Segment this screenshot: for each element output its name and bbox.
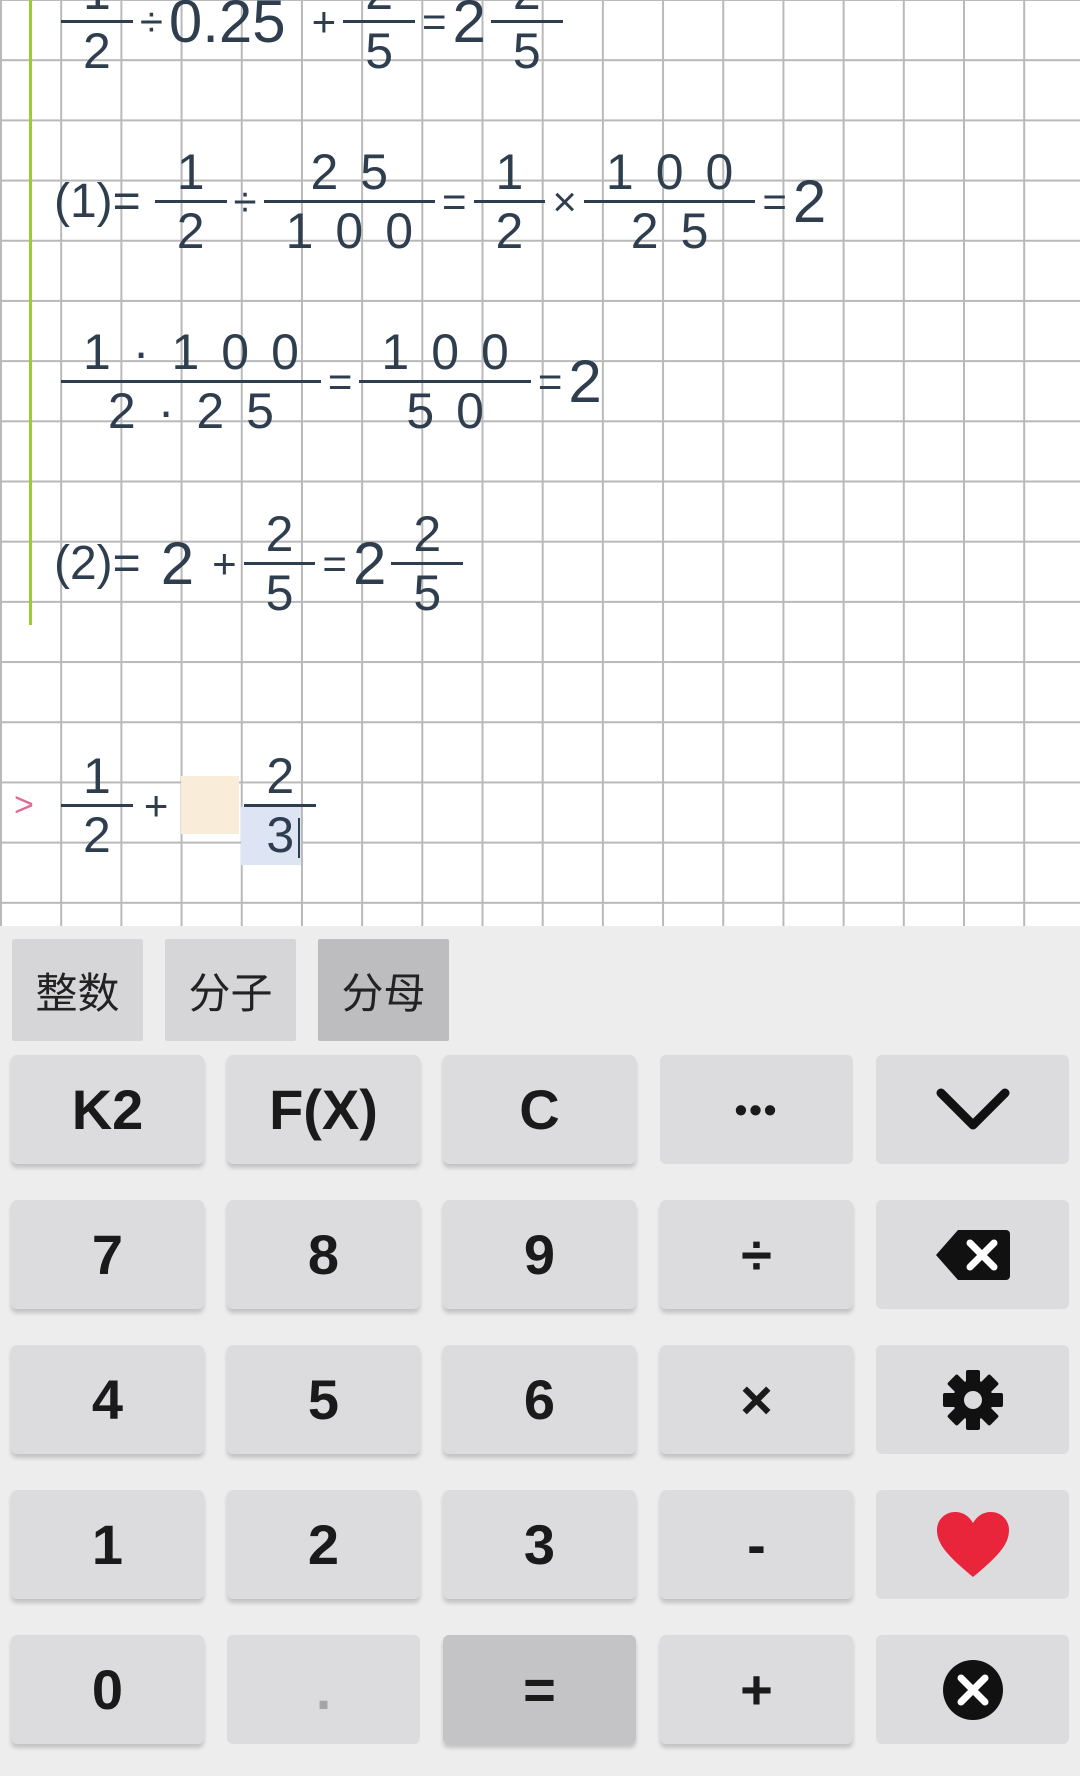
decimal-point-button[interactable]: . bbox=[227, 1635, 420, 1744]
digit-4-button[interactable]: 4 bbox=[11, 1345, 204, 1454]
digit-3-button[interactable]: 3 bbox=[443, 1490, 636, 1599]
collapse-keyboard-button[interactable] bbox=[876, 1055, 1069, 1164]
backspace-button[interactable] bbox=[876, 1200, 1069, 1309]
input-expression[interactable]: 12 + 23 bbox=[58, 748, 319, 863]
heart-icon bbox=[936, 1511, 1009, 1577]
fraction: 25 bbox=[243, 506, 316, 621]
fraction: 25 bbox=[490, 0, 563, 79]
close-circle-icon bbox=[942, 1659, 1003, 1720]
k2-button[interactable]: K2 bbox=[11, 1055, 204, 1164]
decimal-number: 0.25 bbox=[168, 0, 286, 55]
multiply-button[interactable]: × bbox=[660, 1345, 853, 1454]
input-prompt-icon: > bbox=[14, 786, 34, 824]
fraction: 12 bbox=[61, 748, 133, 863]
step-label: (2)= bbox=[54, 536, 141, 590]
result: 2 bbox=[792, 167, 827, 235]
fraction: 12 bbox=[154, 144, 227, 259]
digit-7-button[interactable]: 7 bbox=[11, 1200, 204, 1309]
clear-button[interactable]: C bbox=[443, 1055, 636, 1164]
digit-9-button[interactable]: 9 bbox=[443, 1200, 636, 1309]
plus-button[interactable]: + bbox=[660, 1635, 853, 1744]
fraction: 100 50 bbox=[359, 324, 531, 439]
more-button[interactable]: ••• bbox=[660, 1055, 853, 1164]
expression-row-3: (2)= 2 + 25 = 2 25 bbox=[54, 506, 464, 621]
expression-row-0: 12 ÷ 0.25 + 25 = 2 25 bbox=[58, 0, 566, 79]
result: 2 bbox=[568, 347, 602, 415]
fraction: 23 bbox=[244, 748, 317, 863]
fraction: 25 bbox=[391, 506, 464, 621]
divide-button[interactable]: ÷ bbox=[660, 1200, 853, 1309]
fraction: 12 bbox=[61, 0, 133, 79]
backspace-icon bbox=[935, 1229, 1010, 1280]
text-cursor bbox=[298, 818, 300, 858]
expression-row-1: (1)= 12 ÷ 25 100 = 12 × 100 25 = 2 bbox=[54, 144, 827, 259]
expression-row-2: 1·100 2·25 = 100 50 = 2 bbox=[58, 324, 604, 439]
minus-button[interactable]: - bbox=[660, 1490, 853, 1599]
fraction: 25 100 bbox=[263, 144, 436, 259]
fraction: 12 bbox=[473, 144, 546, 259]
math-workspace[interactable]: 12 ÷ 0.25 + 25 = 2 25 (1)= 12 ÷ 25100 = … bbox=[0, 0, 1080, 926]
digit-5-button[interactable]: 5 bbox=[227, 1345, 420, 1454]
mode-tab-numerator[interactable]: 分子 bbox=[165, 939, 296, 1041]
settings-button[interactable] bbox=[876, 1345, 1069, 1454]
mode-tab-denominator[interactable]: 分母 bbox=[318, 939, 449, 1041]
margin-line bbox=[29, 0, 32, 625]
function-button[interactable]: F(X) bbox=[227, 1055, 420, 1164]
mode-tab-integer[interactable]: 整数 bbox=[12, 939, 143, 1041]
digit-1-button[interactable]: 1 bbox=[11, 1490, 204, 1599]
digit-6-button[interactable]: 6 bbox=[443, 1345, 636, 1454]
digit-8-button[interactable]: 8 bbox=[227, 1200, 420, 1309]
gear-icon bbox=[942, 1369, 1003, 1430]
equals-button[interactable]: = bbox=[443, 1635, 636, 1744]
fraction: 25 bbox=[343, 0, 415, 79]
favorite-button[interactable] bbox=[876, 1490, 1069, 1599]
close-button[interactable] bbox=[876, 1635, 1069, 1744]
step-label: (1)= bbox=[54, 174, 141, 228]
fraction: 100 25 bbox=[583, 144, 756, 259]
digit-2-button[interactable]: 2 bbox=[227, 1490, 420, 1599]
fraction: 1·100 2·25 bbox=[61, 324, 321, 439]
calculator-keyboard: 整数 分子 分母 K2 F(X) C ••• 7 8 9 ÷ 4 5 6 × 1… bbox=[0, 926, 1080, 1776]
chevron-down-icon bbox=[936, 1088, 1009, 1129]
digit-0-button[interactable]: 0 bbox=[11, 1635, 204, 1744]
